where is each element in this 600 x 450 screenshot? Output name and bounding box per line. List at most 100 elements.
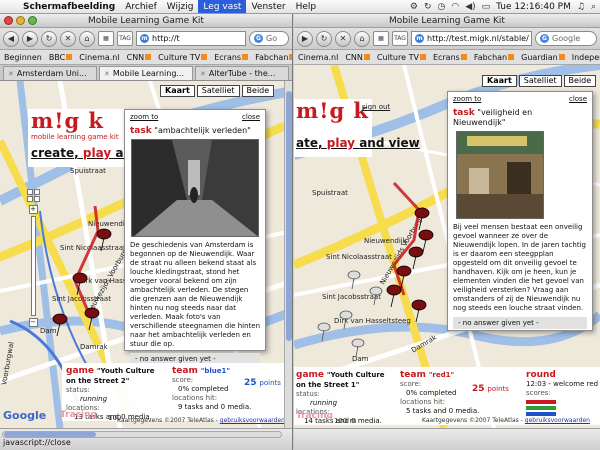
left-map[interactable]: m!g k mobile learning game kit create, p…: [0, 81, 292, 428]
tab-label: AlterTube - the...: [208, 69, 276, 78]
left-toolbar: ◀ ▶ ↻ ✕ ⌂ ▦ TAG m http://t G Go: [0, 28, 292, 50]
task-popup: zoom to close task "veiligheid en Nieuwe…: [447, 91, 593, 331]
right-url-field[interactable]: m http://test.migk.nl/stable/: [411, 31, 532, 46]
menu-leg-vast[interactable]: Leg vast: [198, 0, 247, 13]
left-vertical-scrollbar[interactable]: [284, 81, 292, 428]
zoom-window-icon[interactable]: [28, 16, 37, 25]
terms-link[interactable]: gebruiksvoorwaarden: [525, 417, 590, 424]
team-name: "blue1": [200, 367, 231, 375]
right-search-field[interactable]: G Google: [535, 31, 597, 46]
bookmark-label: Fabchan: [255, 52, 289, 62]
right-title-bar: Mobile Learning Game Kit: [294, 14, 600, 28]
volume-icon[interactable]: ◀): [465, 2, 475, 12]
scroll-thumb[interactable]: [4, 432, 96, 437]
rss-icon: [363, 54, 370, 60]
user-icon[interactable]: ♫: [577, 2, 585, 12]
bookmark-item[interactable]: BBC: [48, 52, 73, 62]
team-info: team "blue1" score: 0% completed locatio…: [172, 366, 282, 412]
close-tab-icon[interactable]: ✕: [200, 70, 206, 78]
battery-icon[interactable]: ▭: [482, 2, 491, 12]
left-status-bar: javascript://close: [0, 428, 292, 450]
round-value: 12:03 - welcome red1!: [526, 380, 598, 388]
tab-amsterdam[interactable]: ✕ Amsterdam Uni...: [3, 66, 97, 80]
menu-venster[interactable]: Venster: [246, 0, 290, 13]
right-url-text[interactable]: http://test.migk.nl/stable/: [427, 34, 529, 43]
zoom-to-link[interactable]: zoom to: [130, 113, 158, 121]
menu-help[interactable]: Help: [291, 0, 322, 13]
bookmark-item[interactable]: Guardian: [521, 53, 565, 62]
tab-altertube[interactable]: ✕ AlterTube - the...: [195, 66, 289, 80]
bookmark-item[interactable]: Beginnen: [4, 53, 42, 62]
reload-icon[interactable]: ↻: [316, 30, 332, 47]
bookmark-item[interactable]: Culture TV: [158, 53, 208, 62]
home-icon[interactable]: ⌂: [354, 30, 370, 47]
bookmark-item[interactable]: Fabchan: [473, 52, 515, 62]
wifi-icon[interactable]: ◠: [451, 2, 459, 12]
bookmark-item[interactable]: Cinema.nl: [298, 53, 338, 62]
points-display: 25 points: [244, 378, 281, 388]
points-unit: points: [259, 379, 281, 387]
status-icon-sync[interactable]: ↻: [424, 2, 432, 12]
zoom-to-link[interactable]: zoom to: [453, 95, 481, 103]
stop-icon[interactable]: ✕: [335, 30, 351, 47]
task-heading: task "veiligheid en Nieuwendijk": [448, 103, 592, 131]
menu-clock[interactable]: Tue 12:16:40 PM: [496, 2, 571, 12]
task-label: task: [453, 108, 475, 118]
rss-icon: [201, 54, 208, 60]
popup-close-link[interactable]: close: [569, 95, 587, 103]
delicious-icon[interactable]: ▦: [373, 31, 389, 46]
copyright-text: Kaartgegevens ©2007 TeleAtlas -: [422, 417, 523, 424]
status-label: status:: [296, 390, 320, 398]
hit-label: locations hit:: [400, 398, 446, 406]
close-tab-icon[interactable]: ✕: [104, 70, 110, 78]
menu-bar: Schermafbeelding Archief Wijzig Leg vast…: [0, 0, 600, 14]
menu-wijzig[interactable]: Wijzig: [162, 0, 199, 13]
right-map[interactable]: Kaart Satelliet Beide m!g k ate, play an…: [294, 65, 600, 428]
bookmark-item[interactable]: Fabchan: [255, 53, 292, 62]
tab-mobile-learning[interactable]: ✕ Mobile Learning...: [99, 66, 193, 80]
left-horizontal-scrollbar[interactable]: [2, 431, 282, 438]
bookmark-item[interactable]: CNN: [127, 53, 152, 62]
bookmark-item[interactable]: Culture TV: [377, 53, 426, 62]
bookmark-item[interactable]: Ecrans: [214, 53, 249, 62]
menu-archief[interactable]: Archief: [120, 0, 162, 13]
status-icon-tools[interactable]: ⚙: [410, 2, 418, 12]
menu-app[interactable]: Schermafbeelding: [18, 0, 120, 13]
task-description: De geschiedenis van Amsterdam is begonne…: [130, 241, 260, 348]
forward-icon[interactable]: ▶: [22, 30, 38, 47]
left-tab-bar: ✕ Amsterdam Uni... ✕ Mobile Learning... ✕ A…: [0, 65, 292, 81]
left-url-field[interactable]: m http://t: [136, 31, 246, 46]
stop-icon[interactable]: ✕: [60, 30, 76, 47]
delicious-icon[interactable]: ▦: [98, 31, 114, 46]
minimize-window-icon[interactable]: [16, 16, 25, 25]
tag-icon[interactable]: TAG: [392, 31, 408, 46]
right-status-bar: [294, 428, 600, 450]
rss-icon: [419, 54, 426, 60]
map-copyright: Kaartgegevens ©2007 TeleAtlas - gebruiks…: [117, 417, 285, 424]
points-display: 25 points: [472, 384, 509, 394]
spotlight-icon[interactable]: ⌕: [591, 2, 596, 12]
bookmark-label: BBC: [48, 52, 66, 62]
home-icon[interactable]: ⌂: [79, 30, 95, 47]
close-tab-icon[interactable]: ✕: [8, 70, 14, 78]
bookmark-item[interactable]: Ecrans: [433, 53, 467, 62]
forward-icon[interactable]: ▶: [297, 30, 313, 47]
popup-close-link[interactable]: close: [242, 113, 260, 121]
bookmark-item[interactable]: CNN: [345, 53, 370, 62]
terms-link[interactable]: gebruiksvoorwaarden: [220, 417, 285, 424]
left-url-text[interactable]: http://t: [152, 34, 180, 43]
bookmark-item[interactable]: Cinema.nl: [79, 53, 119, 62]
tag-icon[interactable]: TAG: [117, 31, 133, 46]
scroll-thumb[interactable]: [286, 91, 292, 341]
back-icon[interactable]: ◀: [3, 30, 19, 47]
tab-label: Mobile Learning...: [112, 69, 185, 78]
bookmark-label: Fabchan: [473, 52, 508, 62]
left-search-field[interactable]: G Go: [249, 31, 289, 46]
task-name: "ambachtelijk verleden": [154, 126, 251, 135]
round-label: round: [526, 370, 556, 380]
close-window-icon[interactable]: [4, 16, 13, 25]
google-logo: Google: [3, 409, 47, 422]
status-icon-clock[interactable]: ◷: [437, 2, 445, 12]
reload-icon[interactable]: ↻: [41, 30, 57, 47]
bookmark-item[interactable]: Independent: [572, 53, 600, 62]
